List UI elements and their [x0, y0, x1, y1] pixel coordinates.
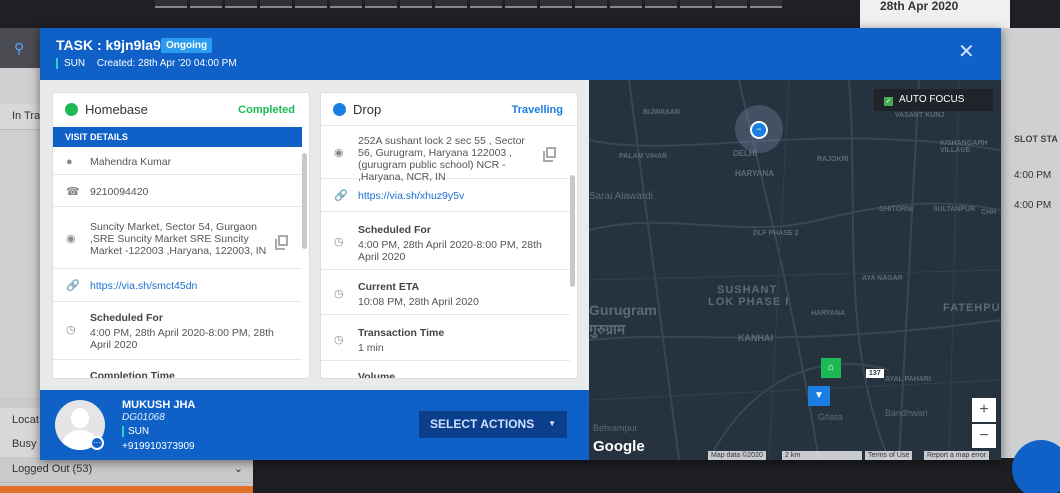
orange-strip	[0, 486, 253, 493]
location-pin-icon: ◉	[334, 147, 344, 159]
drop-tracking-link[interactable]: https://via.sh/xhuz9y5v	[358, 190, 464, 202]
city-chip[interactable]	[260, 0, 292, 8]
home-icon	[65, 103, 78, 116]
map-roads	[589, 80, 1001, 460]
select-actions-button[interactable]: SELECT ACTIONS ▼	[419, 411, 567, 438]
caret-down-icon: ▼	[548, 419, 556, 428]
clock-icon: ◷	[334, 288, 344, 300]
task-day: SUN	[64, 58, 86, 69]
chevron-down-icon[interactable]: ⌄	[234, 462, 243, 475]
status-badge: Ongoing	[161, 38, 213, 53]
drop-link-row: 🔗 https://via.sh/xhuz9y5v	[321, 179, 570, 212]
clock-icon: ◷	[66, 324, 76, 336]
zoom-out-button[interactable]: −	[972, 424, 996, 448]
city-chip[interactable]	[715, 0, 747, 8]
auto-focus-toggle[interactable]: ✓ AUTO FOCUS	[874, 89, 993, 111]
drop-address-row: ◉ 252A sushant lock 2 sec 55 , Sector 56…	[321, 127, 570, 183]
copy-icon[interactable]	[543, 147, 556, 162]
link-icon: 🔗	[66, 280, 80, 292]
city-chip[interactable]	[435, 0, 467, 8]
eta-row: ◷ Current ETA 10:08 PM, 28th April 2020	[321, 270, 570, 315]
homebase-status: Completed	[238, 104, 295, 116]
search-icon[interactable]: ⚲	[14, 40, 24, 57]
city-chip[interactable]	[540, 0, 572, 8]
customer-address-row: ◉ Suncity Market, Sector 54, Gurgaon ,SR…	[53, 207, 302, 269]
agent-name: MUKUSH JHA	[122, 399, 196, 411]
city-chip[interactable]	[470, 0, 502, 8]
city-chip[interactable]	[400, 0, 432, 8]
zoom-in-button[interactable]: +	[972, 398, 996, 422]
right-panel: SLOT STA 4:00 PM 4:00 PM	[1000, 28, 1060, 493]
task-title: TASK : k9jn9la9	[56, 37, 161, 53]
city-chip[interactable]	[750, 0, 782, 8]
report-map-error-link[interactable]: Report a map error	[924, 451, 990, 460]
more-icon[interactable]: ⋯	[90, 436, 104, 450]
link-icon: 🔗	[334, 190, 348, 202]
homebase-card: Homebase Completed VISIT DETAILS ● Mahen…	[52, 92, 310, 379]
google-logo: Google	[593, 438, 645, 455]
city-chip[interactable]	[295, 0, 327, 8]
copy-icon[interactable]	[275, 235, 288, 250]
task-cards: Homebase Completed VISIT DETAILS ● Mahen…	[40, 80, 590, 390]
city-chip[interactable]	[190, 0, 222, 8]
completion-row: Completion Time	[90, 370, 175, 379]
drop-scheduled-row: ◷ Scheduled For 4:00 PM, 28th April 2020…	[321, 212, 570, 270]
city-chip[interactable]	[610, 0, 642, 8]
date-display[interactable]: 28th Apr 2020	[860, 0, 1010, 28]
customer-name-row: ● Mahendra Kumar	[53, 148, 302, 175]
task-modal: TASK : k9jn9la9 Ongoing SUN Created: 28t…	[40, 28, 1001, 460]
homebase-header: Homebase Completed	[53, 93, 309, 126]
city-chip[interactable]	[575, 0, 607, 8]
agent-day: SUN	[122, 426, 149, 437]
agent-phone: +919910373909	[122, 441, 195, 452]
city-chip[interactable]	[365, 0, 397, 8]
close-icon[interactable]: ✕	[958, 42, 975, 62]
user-fab[interactable]	[1012, 440, 1060, 493]
scheduled-row: ◷ Scheduled For 4:00 PM, 28th April 2020…	[53, 302, 302, 360]
task-meta: SUN Created: 28th Apr '20 04:00 PM	[56, 58, 237, 69]
city-chip[interactable]	[680, 0, 712, 8]
volume-row: Volume	[358, 371, 396, 379]
task-created: Created: 28th Apr '20 04:00 PM	[96, 58, 237, 69]
clock-icon: ◷	[334, 334, 344, 346]
drop-icon	[333, 103, 346, 116]
map-view[interactable]: BIJWASAN PALAM VIHAR DELHI HARYANA RAJOK…	[589, 80, 1001, 460]
customer-phone-row: ☎ 9210094420	[53, 175, 302, 207]
city-chip[interactable]	[225, 0, 257, 8]
location-pin-icon: ◉	[66, 233, 76, 245]
road-shield: 137	[866, 369, 884, 378]
map-scale: 2 km	[782, 451, 862, 460]
checkbox-icon[interactable]: ✓	[884, 97, 893, 106]
person-icon: ●	[66, 156, 73, 168]
scrollbar[interactable]	[570, 175, 575, 287]
phone-icon: ☎	[66, 186, 80, 198]
drop-marker-icon[interactable]: ▼	[808, 386, 830, 406]
city-chip[interactable]	[330, 0, 362, 8]
agent-marker-icon[interactable]: −	[750, 121, 768, 139]
drop-card: Drop Travelling ◉ 252A sushant lock 2 se…	[320, 92, 578, 379]
city-chip[interactable]	[155, 0, 187, 8]
list-item-logged-out[interactable]: Logged Out (53) ⌄	[0, 457, 253, 483]
drop-header: Drop Travelling	[321, 93, 577, 126]
terms-link[interactable]: Terms of Use	[865, 451, 913, 460]
city-chip[interactable]	[505, 0, 537, 8]
transaction-row: ◷ Transaction Time 1 min	[321, 315, 570, 361]
drop-status: Travelling	[511, 104, 563, 116]
visit-details-header: VISIT DETAILS	[53, 127, 302, 147]
map-data-attribution: Map data ©2020	[708, 451, 766, 460]
clock-icon: ◷	[334, 236, 344, 248]
homebase-marker-icon[interactable]: ⌂	[821, 358, 841, 378]
tracking-link[interactable]: https://via.sh/smct45dn	[90, 280, 197, 292]
city-chip[interactable]	[645, 0, 677, 8]
modal-header: TASK : k9jn9la9 Ongoing SUN Created: 28t…	[40, 28, 1001, 80]
scrollbar[interactable]	[302, 153, 307, 249]
agent-footer: ⋯ MUKUSH JHA DG01068 SUN +919910373909 S…	[40, 390, 590, 460]
agent-id: DG01068	[122, 412, 165, 423]
tracking-link-row: 🔗 https://via.sh/smct45dn	[53, 269, 302, 302]
bottom-bar	[253, 458, 1060, 493]
